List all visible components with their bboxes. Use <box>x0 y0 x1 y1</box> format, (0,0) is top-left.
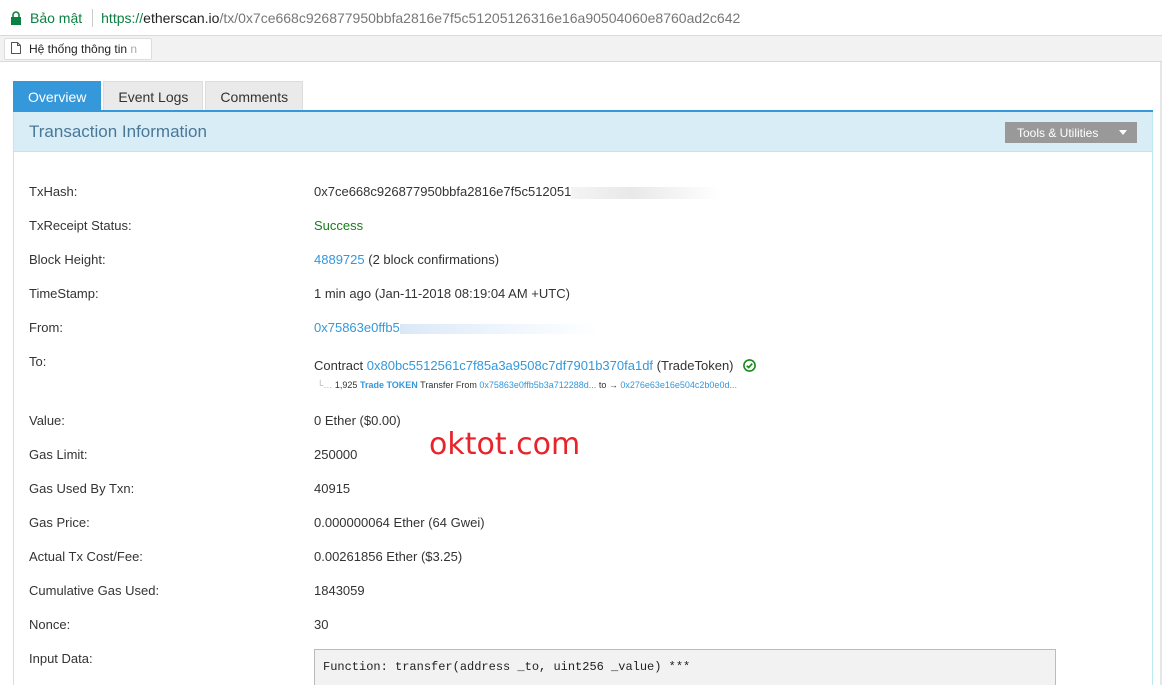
bookmark-label-fade: n <box>127 42 138 56</box>
input-data-label: Input Data: <box>29 651 93 666</box>
tx-cost-value: 0.00261856 Ether ($3.25) <box>314 549 463 564</box>
transfer-to-link[interactable]: 0x276e63e16e504c2b0e0d... <box>620 380 737 390</box>
block-confirmations: (2 block confirmations) <box>368 252 500 267</box>
tab-comments[interactable]: Comments <box>205 81 304 111</box>
gas-used-value: 40915 <box>314 481 351 496</box>
url-host: etherscan.io <box>143 10 220 26</box>
status-value: Success <box>314 218 364 233</box>
panel-title: Transaction Information <box>29 122 207 141</box>
tree-connector: └… <box>317 380 333 390</box>
block-height-label: Block Height: <box>29 252 106 267</box>
redacted-region <box>399 323 600 334</box>
value-label: Value: <box>29 413 65 428</box>
bookmark-item[interactable]: Hệ thống thông tin n <box>4 38 152 60</box>
redacted-region <box>571 186 722 199</box>
panel-header: Transaction Information Tools & Utilitie… <box>14 112 1152 152</box>
from-label: From: <box>29 320 63 335</box>
from-address-link[interactable]: 0x75863e0ffb5 <box>314 320 400 335</box>
tools-utilities-button[interactable]: Tools & Utilities <box>1005 122 1137 143</box>
bookmark-label: Hệ thống thông tin n <box>29 42 137 56</box>
timestamp-value: 1 min ago (Jan-11-2018 08:19:04 AM +UTC) <box>314 286 570 301</box>
tools-label: Tools & Utilities <box>1017 125 1099 140</box>
transfer-amount: 1,925 <box>334 380 358 390</box>
verified-check-icon <box>743 358 757 375</box>
contract-address-link[interactable]: 0x80bc5512561c7f85a3a9508c7df7901b370fa1… <box>367 358 653 373</box>
gas-price-value: 0.000000064 Ether (64 Gwei) <box>314 515 485 530</box>
status-label: TxReceipt Status: <box>29 218 132 233</box>
nonce-label: Nonce: <box>29 617 71 632</box>
contract-name: (TradeToken) <box>656 358 734 373</box>
address-bar: Bảo mật https://etherscan.io/tx/0x7ce668… <box>0 0 1162 36</box>
to-label: To: <box>29 354 47 369</box>
url-protocol: https:// <box>101 10 144 26</box>
to-prefix: Contract <box>314 358 364 373</box>
tx-cost-label: Actual Tx Cost/Fee: <box>29 549 143 564</box>
url-text[interactable]: https://etherscan.io/tx/0x7ce668c9268779… <box>101 10 740 26</box>
txhash-value: 0x7ce668c926877950bbfa2816e7f5c512051 <box>314 184 722 199</box>
gas-price-label: Gas Price: <box>29 515 90 530</box>
tab-overview[interactable]: Overview <box>13 81 102 111</box>
to-value: Contract 0x80bc5512561c7f85a3a9508c7df79… <box>314 358 757 375</box>
bookmark-label-text: Hệ thống thông tin <box>29 42 128 56</box>
timestamp-label: TimeStamp: <box>29 286 99 301</box>
transfer-text: Transfer From <box>420 380 477 390</box>
block-height-value: 4889725 (2 block confirmations) <box>314 252 499 267</box>
txhash-label: TxHash: <box>29 184 78 199</box>
input-data-box[interactable]: Function: transfer(address _to, uint256 … <box>314 649 1056 685</box>
secure-label: Bảo mật <box>30 10 83 26</box>
nonce-value: 30 <box>314 617 329 632</box>
token-transfer-line: └… 1,925 Trade TOKEN Transfer From 0x758… <box>317 380 737 390</box>
block-link[interactable]: 4889725 <box>314 252 365 267</box>
value-value: 0 Ether ($0.00) <box>314 413 401 428</box>
transfer-from-link[interactable]: 0x75863e0ffb5b3a712288d... <box>479 380 596 390</box>
cumulative-gas-label: Cumulative Gas Used: <box>29 583 160 598</box>
transfer-to-label: to → <box>598 380 618 390</box>
page-icon <box>11 41 21 57</box>
tab-bar: Overview Event Logs Comments <box>13 81 305 111</box>
tab-event-logs[interactable]: Event Logs <box>103 81 204 111</box>
url-path: /tx/0x7ce668c926877950bbfa2816e7f5c51205… <box>219 10 741 26</box>
caret-down-icon <box>1119 130 1127 135</box>
transaction-panel: Transaction Information Tools & Utilitie… <box>13 112 1153 685</box>
token-link[interactable]: Trade TOKEN <box>360 380 418 390</box>
omnibox[interactable]: Bảo mật https://etherscan.io/tx/0x7ce668… <box>4 4 1158 32</box>
divider <box>92 9 94 27</box>
bookmarks-bar: Hệ thống thông tin n <box>0 36 1162 62</box>
gas-limit-value: 250000 <box>314 447 358 462</box>
cumulative-gas-value: 1843059 <box>314 583 365 598</box>
txhash-text: 0x7ce668c926877950bbfa2816e7f5c512051 <box>314 184 572 199</box>
watermark-text: oktot.com <box>429 427 581 462</box>
gas-used-label: Gas Used By Txn: <box>29 481 135 496</box>
gas-limit-label: Gas Limit: <box>29 447 88 462</box>
lock-icon <box>10 11 22 25</box>
from-value: 0x75863e0ffb5 <box>314 320 600 335</box>
